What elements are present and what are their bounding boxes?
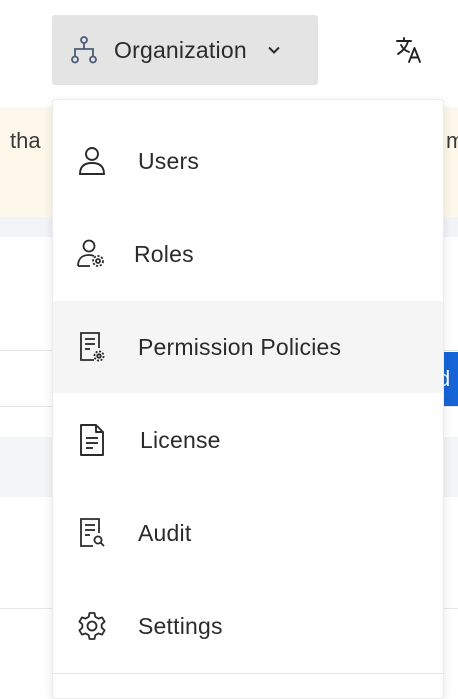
menu-item-label: Roles (134, 240, 194, 267)
organization-dropdown-menu: Users Roles Permission Policies License … (52, 99, 444, 699)
document-gear-icon (75, 330, 109, 364)
menu-item-license[interactable]: License (53, 394, 443, 486)
document-icon (75, 423, 109, 457)
translate-icon (394, 35, 424, 65)
document-search-icon (75, 516, 109, 550)
menu-item-label: License (140, 426, 221, 453)
menu-item-audit[interactable]: Audit (53, 487, 443, 579)
chevron-down-icon (265, 41, 283, 59)
language-switch-button[interactable] (392, 33, 426, 67)
menu-item-settings[interactable]: Settings (53, 580, 443, 672)
gear-icon (75, 609, 109, 643)
menu-item-label: Settings (138, 612, 223, 639)
organization-menu-label: Organization (114, 36, 247, 63)
organization-menu-button[interactable]: Organization (52, 15, 318, 85)
user-icon (75, 144, 109, 178)
menu-divider (53, 673, 443, 674)
menu-item-label: Audit (138, 519, 192, 546)
menu-item-permission-policies[interactable]: Permission Policies (53, 301, 443, 393)
notice-banner-text-fragment: tha (10, 128, 41, 153)
menu-item-label: Permission Policies (138, 333, 342, 360)
menu-item-users[interactable]: Users (53, 115, 443, 207)
notice-banner-text-fragment-right: m (446, 128, 458, 153)
user-gear-icon (75, 237, 109, 271)
menu-item-label: Users (138, 147, 200, 174)
org-tree-icon (68, 34, 100, 66)
menu-item-roles[interactable]: Roles (53, 208, 443, 300)
